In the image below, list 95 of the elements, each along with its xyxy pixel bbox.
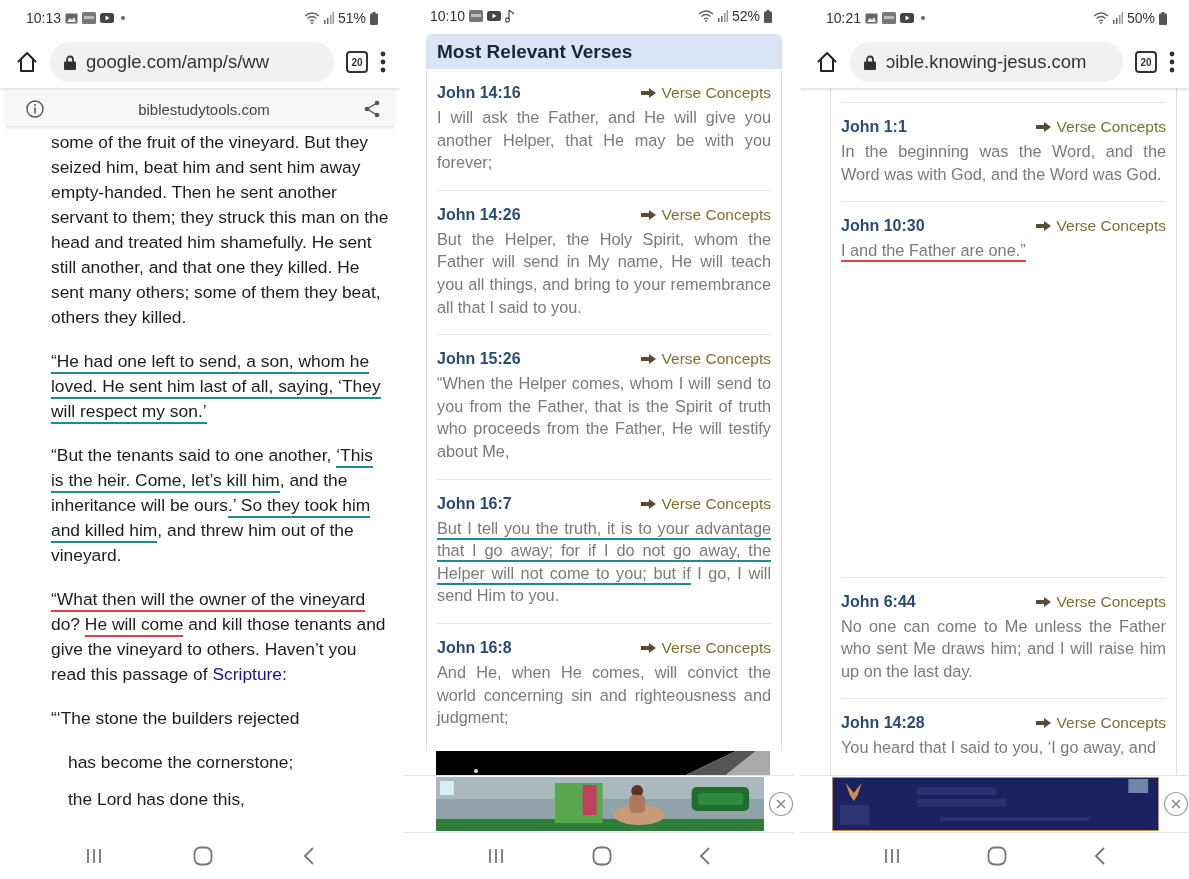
verse-reference[interactable]: John 1:1 (841, 118, 1036, 136)
verse-reference[interactable]: John 16:8 (437, 638, 641, 657)
app-icon (882, 12, 897, 24)
battery-icon (1159, 11, 1167, 25)
verse-reference[interactable]: John 14:28 (841, 714, 1036, 733)
wifi-icon (1092, 12, 1109, 24)
back-icon[interactable] (698, 847, 711, 865)
scripture-link[interactable]: Scripture (212, 664, 283, 684)
verse-concepts-link[interactable]: Verse Concepts (1035, 217, 1166, 236)
status-time: 10:21 (826, 10, 862, 26)
battery-icon (764, 9, 772, 23)
home-button-icon[interactable] (193, 846, 213, 866)
back-icon[interactable] (1093, 847, 1106, 865)
verse-concepts-link[interactable]: Verse Concepts (1035, 592, 1166, 611)
lock-icon (864, 54, 876, 70)
verse-concepts-link[interactable]: Verse Concepts (640, 350, 771, 369)
verse-concepts-link[interactable]: Verse Concepts (640, 638, 771, 657)
url-text: ɔible.knowing-jesus.com (886, 51, 1087, 73)
paragraph: “‘The stone the builders rejected (51, 707, 301, 730)
verse-concepts-link[interactable]: Verse Concepts (640, 494, 771, 513)
poem-line: has become the cornerstone; (67, 751, 295, 774)
share-icon[interactable] (364, 100, 380, 118)
verse-reference[interactable]: John 16:7 (437, 494, 641, 513)
battery-icon (370, 11, 378, 25)
verse-reference[interactable]: John 14:16 (437, 84, 641, 102)
signal-icon (323, 12, 334, 24)
verse-text: I and the Father are one.” (841, 239, 1166, 262)
arrow-icon (640, 88, 656, 98)
play-icon (900, 13, 915, 23)
verse-concepts-link[interactable]: Verse Concepts (640, 205, 771, 224)
paragraph: some of the fruit of the vineyard. But they seized him, beat him and sent him away empty-handed. Then he sent another servant to them; they struck this man on the head and treated him shamefully. He sent still another, and that one they killed. He sent many others; some of them they beat, others they killed. (51, 131, 390, 329)
arrow-icon (1035, 718, 1051, 729)
home-icon[interactable] (16, 51, 38, 73)
card-title: Most Relevant Verses (427, 35, 781, 69)
more-icon[interactable] (380, 51, 386, 73)
play-icon (487, 11, 502, 21)
lock-icon (64, 54, 76, 70)
close-icon[interactable] (1163, 791, 1189, 817)
verse-text: “When the Helper comes, whom I will send to you from the Father, that is the Spirit of truth who proceeds from the Father, He will testify about Me, (437, 373, 771, 462)
arrow-icon (1035, 596, 1051, 607)
home-button-icon[interactable] (592, 846, 612, 866)
home-icon[interactable] (816, 51, 838, 73)
status-time: 10:13 (26, 10, 62, 26)
verse-text: In the beginning was the Word, and the Word was with God, and the Word was God. (841, 141, 1166, 185)
arrow-icon (1035, 122, 1051, 132)
verse-concepts-link[interactable]: Verse Concepts (1035, 118, 1166, 136)
tab-switcher[interactable]: 20 (1135, 51, 1157, 73)
paragraph: “But the tenants said to one another, ‘This is the heir. Come, let’s kill him, and the inheritance will be ours.’ So they took him and killed him, and threw him out of the vineyard. (51, 444, 374, 567)
wifi-icon (303, 12, 320, 24)
battery-percent: 50% (1126, 10, 1155, 26)
verse-text: And He, when He comes, will convict the world concerning sin and righteousness and judgment; (437, 661, 771, 729)
arrow-icon (640, 209, 656, 220)
paragraph: “He had one left to send, a son, whom he loved. He sent him last of all, saying, ‘They will respect my son.’ (51, 349, 390, 424)
app-icon (469, 10, 484, 22)
recent-apps-icon[interactable] (487, 848, 506, 864)
address-bar[interactable]: google.com/amp/s/ww (50, 42, 334, 82)
address-bar[interactable]: ɔible.knowing-jesus.com (850, 42, 1123, 82)
arrow-icon (640, 642, 656, 653)
arrow-icon (640, 354, 656, 365)
arrow-icon (1035, 221, 1051, 232)
status-time: 10:10 (430, 8, 466, 24)
verse-text: I will ask the Father, and He will give you another Helper, that He may be with you forever; (437, 107, 771, 174)
recent-apps-icon[interactable] (883, 848, 902, 864)
arrow-icon (640, 498, 656, 509)
signal-icon (717, 10, 728, 22)
verse-text: You heard that I said to you, ‘I go away, and (841, 737, 1157, 759)
image-icon (865, 12, 879, 24)
play-icon (100, 13, 115, 23)
verse-concepts-link[interactable]: Verse Concepts (640, 84, 771, 102)
verse-text: But the Helper, the Holy Spirit, whom the Father will send in My name, He will teach you all things, and bring to your remembrance all that I said to you. (437, 228, 771, 318)
signal-icon (1112, 12, 1123, 24)
battery-percent: 51% (337, 10, 366, 26)
verse-reference[interactable]: John 15:26 (437, 350, 641, 369)
paragraph: “What then will the owner of the vineyard do? He will come and kill those tenants and give the vineyard to others. Haven’t you read this passage of Scripture: (51, 588, 387, 686)
url-text: google.com/amp/s/ww (86, 51, 270, 73)
app-icon (82, 12, 97, 24)
verse-text: But I tell you the truth, it is to your advantage that I go away; for if I do not go away, the Helper will not come to you; but if I go, I will send Him to you. (437, 517, 771, 607)
verse-reference[interactable]: John 14:26 (437, 205, 641, 224)
wifi-icon (697, 10, 714, 22)
verse-concepts-link[interactable]: Verse Concepts (1035, 714, 1166, 733)
back-icon[interactable] (303, 847, 315, 865)
music-note-icon (505, 9, 516, 23)
battery-percent: 52% (731, 8, 760, 24)
close-icon[interactable] (768, 791, 794, 817)
recent-apps-icon[interactable] (85, 848, 103, 864)
more-icon[interactable] (1169, 51, 1175, 73)
home-button-icon[interactable] (987, 846, 1008, 866)
verse-reference[interactable]: John 6:44 (841, 592, 1036, 611)
verse-reference[interactable]: John 10:30 (841, 217, 1036, 236)
tab-switcher[interactable]: 20 (346, 51, 368, 73)
info-icon[interactable] (26, 100, 44, 118)
site-domain: biblestudytools.com (137, 100, 271, 118)
verse-text: No one can come to Me unless the Father who sent Me draws him; and I will raise him up on the last day. (841, 615, 1166, 682)
image-icon (65, 12, 79, 24)
poem-line: the Lord has done this, (67, 788, 246, 811)
